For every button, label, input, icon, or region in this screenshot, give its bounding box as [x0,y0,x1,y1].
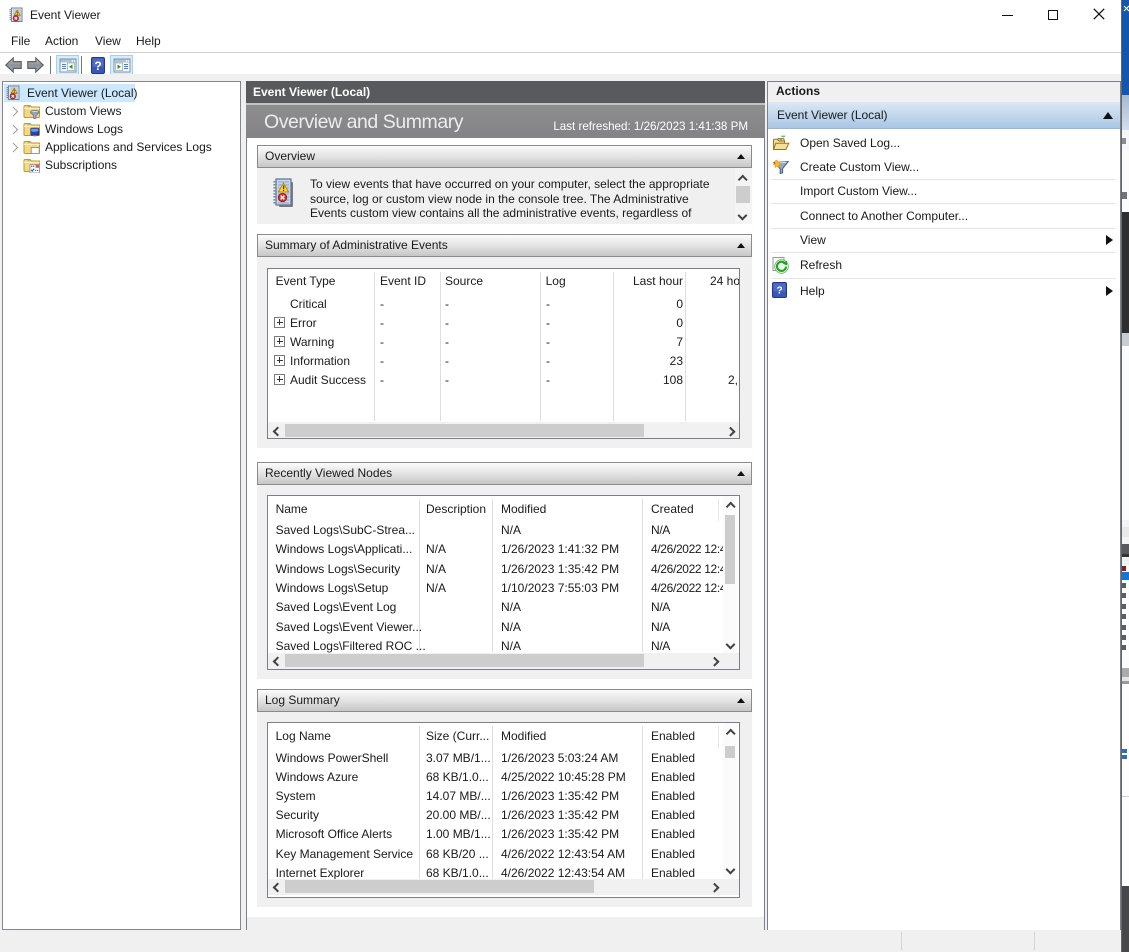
svg-text:?: ? [776,286,782,297]
svg-text:?: ? [94,58,101,72]
